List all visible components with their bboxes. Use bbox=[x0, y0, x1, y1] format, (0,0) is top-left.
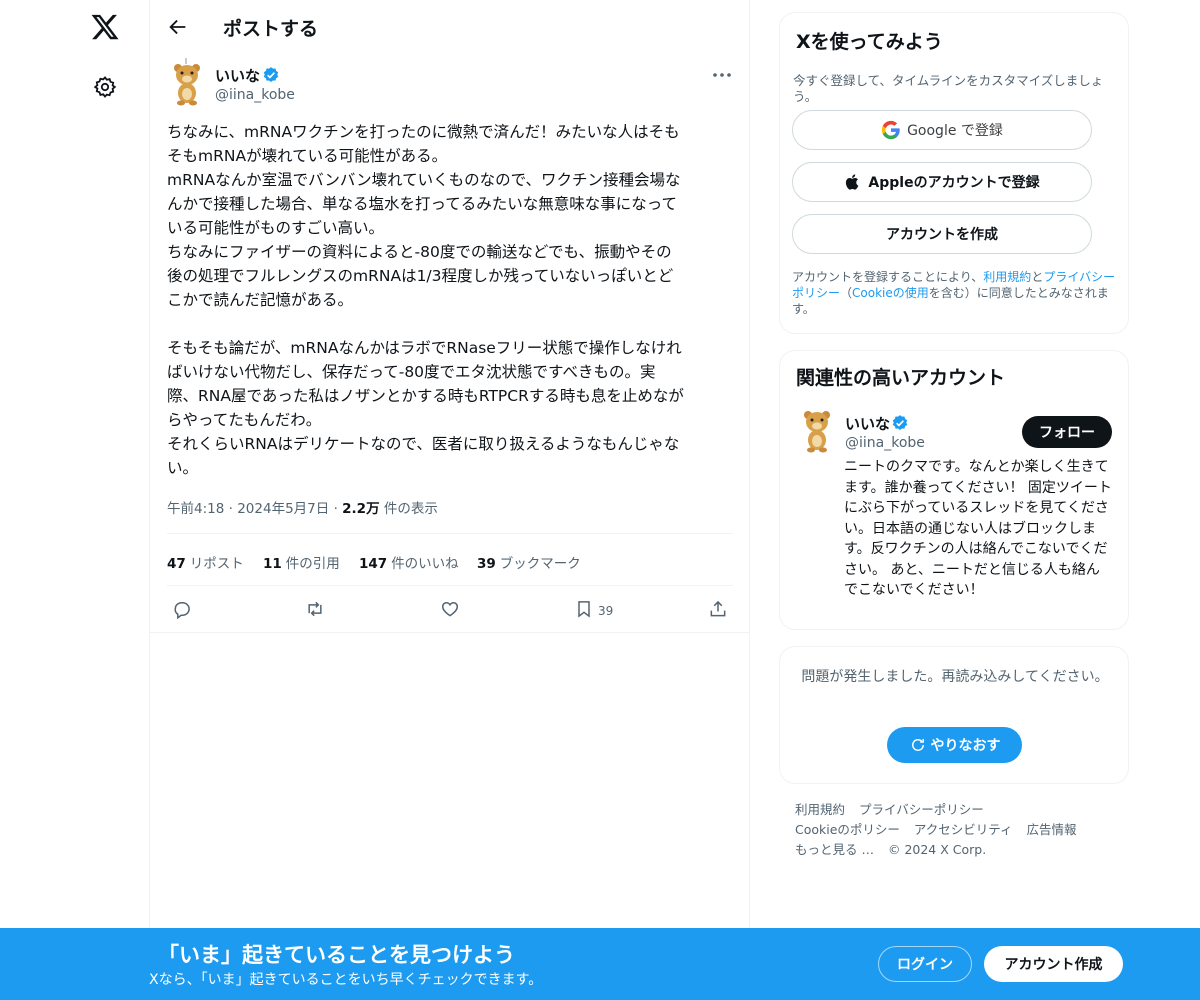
tweet-meta: 午前4:18 · 2024年5月7日 · 2.2万 件の表示 bbox=[167, 497, 438, 517]
quotes-count: 11 bbox=[263, 556, 282, 572]
error-card: 問題が発生しました。再読み込みしてください。 やりなおす bbox=[779, 646, 1129, 784]
likes-count: 147 bbox=[359, 556, 388, 572]
tweet-stats: 47 リポスト 11 件の引用 147 件のいいね 39 ブックマーク bbox=[167, 533, 733, 586]
login-button[interactable]: ログイン bbox=[878, 946, 972, 982]
bookmarks-count: 39 bbox=[477, 556, 496, 572]
bookmarks-label: ブックマーク bbox=[499, 556, 581, 572]
verified-badge-icon bbox=[891, 414, 909, 432]
apple-signup-button[interactable]: Appleのアカウントで登録 bbox=[792, 162, 1092, 202]
error-message: 問題が発生しました。再読み込みしてください。 bbox=[801, 669, 1109, 685]
related-account-bio: ニートのクマです。なんとか楽しく生きてます。誰か養ってください！ 固定ツイートに… bbox=[844, 459, 1112, 598]
retry-label: やりなおす bbox=[930, 738, 1001, 754]
meta-separator: · bbox=[228, 501, 238, 517]
footer-ads-link[interactable]: 広告情報 bbox=[1027, 822, 1077, 837]
author-name[interactable]: いいな bbox=[215, 65, 260, 86]
page-header: ポストする bbox=[150, 0, 750, 53]
arrow-left-icon[interactable] bbox=[167, 16, 189, 38]
footer-links: 利用規約 プライバシーポリシー Cookieのポリシー アクセシビリティ 広告情… bbox=[795, 800, 1115, 860]
apple-signup-label: Appleのアカウントで登録 bbox=[868, 175, 1040, 191]
main-column: ポストする いいな @iina_kobe ちなみに、mRNAワクチンを打ったのに… bbox=[149, 0, 750, 1000]
signup-legal: アカウントを登録することにより、利用規約とプライバシーポリシー（Cookieの使… bbox=[792, 269, 1122, 317]
related-account-handle[interactable]: @iina_kobe bbox=[845, 435, 925, 451]
quotes-label: 件の引用 bbox=[285, 556, 340, 572]
reply-icon[interactable] bbox=[172, 599, 192, 619]
google-signup-label: Google で登録 bbox=[907, 123, 1003, 139]
tweet-text: ちなみに、mRNAワクチンを打ったのに微熱で済んだ！みたいな人はそも そもmRN… bbox=[167, 123, 684, 477]
banner-subtitle: Xなら、「いま」起きていることをいち早くチェックできます。 bbox=[149, 972, 543, 988]
stat-likes[interactable]: 147 件のいいね bbox=[359, 552, 459, 572]
follow-button[interactable]: フォロー bbox=[1022, 416, 1112, 448]
views-label: 件の表示 bbox=[383, 501, 438, 517]
terms-link[interactable]: 利用規約 bbox=[983, 270, 1031, 284]
signup-title: Xを使ってみよう bbox=[796, 31, 943, 53]
login-banner: 「いま」起きていることを見つけよう Xなら、「いま」起きていることをいち早くチェ… bbox=[0, 928, 1200, 1000]
avatar[interactable] bbox=[170, 58, 204, 106]
bookmark-action-count: 39 bbox=[598, 604, 614, 618]
heart-icon[interactable] bbox=[440, 599, 460, 619]
footer-more-link[interactable]: もっと見る … bbox=[795, 842, 874, 857]
bookmark-icon[interactable] bbox=[574, 599, 594, 619]
footer-terms-link[interactable]: 利用規約 bbox=[795, 802, 845, 817]
reposts-count: 47 bbox=[167, 556, 186, 572]
retry-button[interactable]: やりなおす bbox=[887, 727, 1022, 763]
footer-accessibility-link[interactable]: アクセシビリティ bbox=[914, 822, 1013, 837]
google-signup-button[interactable]: Google で登録 bbox=[792, 110, 1092, 150]
share-icon[interactable] bbox=[708, 599, 728, 619]
stat-bookmarks[interactable]: 39 ブックマーク bbox=[477, 552, 581, 572]
create-account-button[interactable]: アカウントを作成 bbox=[792, 214, 1092, 254]
tweet-actions: 39 bbox=[150, 586, 750, 633]
verified-badge-icon bbox=[262, 66, 280, 84]
signup-card: Xを使ってみよう 今すぐ登録して、タイムラインをカスタマイズしましょう。 Goo… bbox=[779, 12, 1129, 334]
views-count: 2.2万 bbox=[342, 501, 380, 517]
banner-title: 「いま」起きていることを見つけよう bbox=[158, 943, 515, 967]
create-account-label: アカウントを作成 bbox=[886, 227, 998, 243]
more-dots-icon[interactable] bbox=[712, 72, 732, 78]
stat-reposts[interactable]: 47 リポスト bbox=[167, 552, 244, 572]
legal-text: （ bbox=[840, 286, 853, 300]
footer-privacy-link[interactable]: プライバシーポリシー bbox=[859, 802, 984, 817]
repost-icon[interactable] bbox=[305, 599, 325, 619]
author-handle[interactable]: @iina_kobe bbox=[215, 87, 295, 103]
x-logo-icon[interactable] bbox=[90, 12, 120, 42]
related-title: 関連性の高いアカウント bbox=[796, 367, 1006, 389]
refresh-icon bbox=[909, 736, 931, 754]
legal-text: アカウントを登録することにより、 bbox=[792, 270, 984, 284]
footer-cookie-link[interactable]: Cookieのポリシー bbox=[795, 822, 900, 837]
related-account-name[interactable]: いいな bbox=[845, 413, 890, 434]
google-logo-icon bbox=[881, 120, 907, 140]
reposts-label: リポスト bbox=[189, 556, 244, 572]
signup-button[interactable]: アカウント作成 bbox=[984, 946, 1123, 982]
gear-icon[interactable] bbox=[93, 75, 117, 99]
stat-quotes[interactable]: 11 件の引用 bbox=[263, 552, 340, 572]
tweet-date[interactable]: 2024年5月7日 bbox=[237, 501, 329, 517]
cookie-link[interactable]: Cookieの使用 bbox=[852, 286, 929, 300]
tweet-time[interactable]: 午前4:18 bbox=[167, 501, 224, 517]
legal-text: と bbox=[1031, 270, 1044, 284]
avatar[interactable] bbox=[800, 409, 834, 453]
related-accounts-card: 関連性の高いアカウント いいな @iina_kobe フォロー ニートのクマです… bbox=[779, 350, 1129, 630]
signup-subtitle: 今すぐ登録して、タイムラインをカスタマイズしましょう。 bbox=[793, 73, 1104, 104]
meta-separator: · bbox=[333, 501, 343, 517]
likes-label: 件のいいね bbox=[391, 556, 459, 572]
left-nav bbox=[60, 0, 150, 1000]
copyright: © 2024 X Corp. bbox=[887, 842, 987, 857]
page-title: ポストする bbox=[223, 18, 319, 40]
apple-logo-icon bbox=[844, 172, 868, 192]
